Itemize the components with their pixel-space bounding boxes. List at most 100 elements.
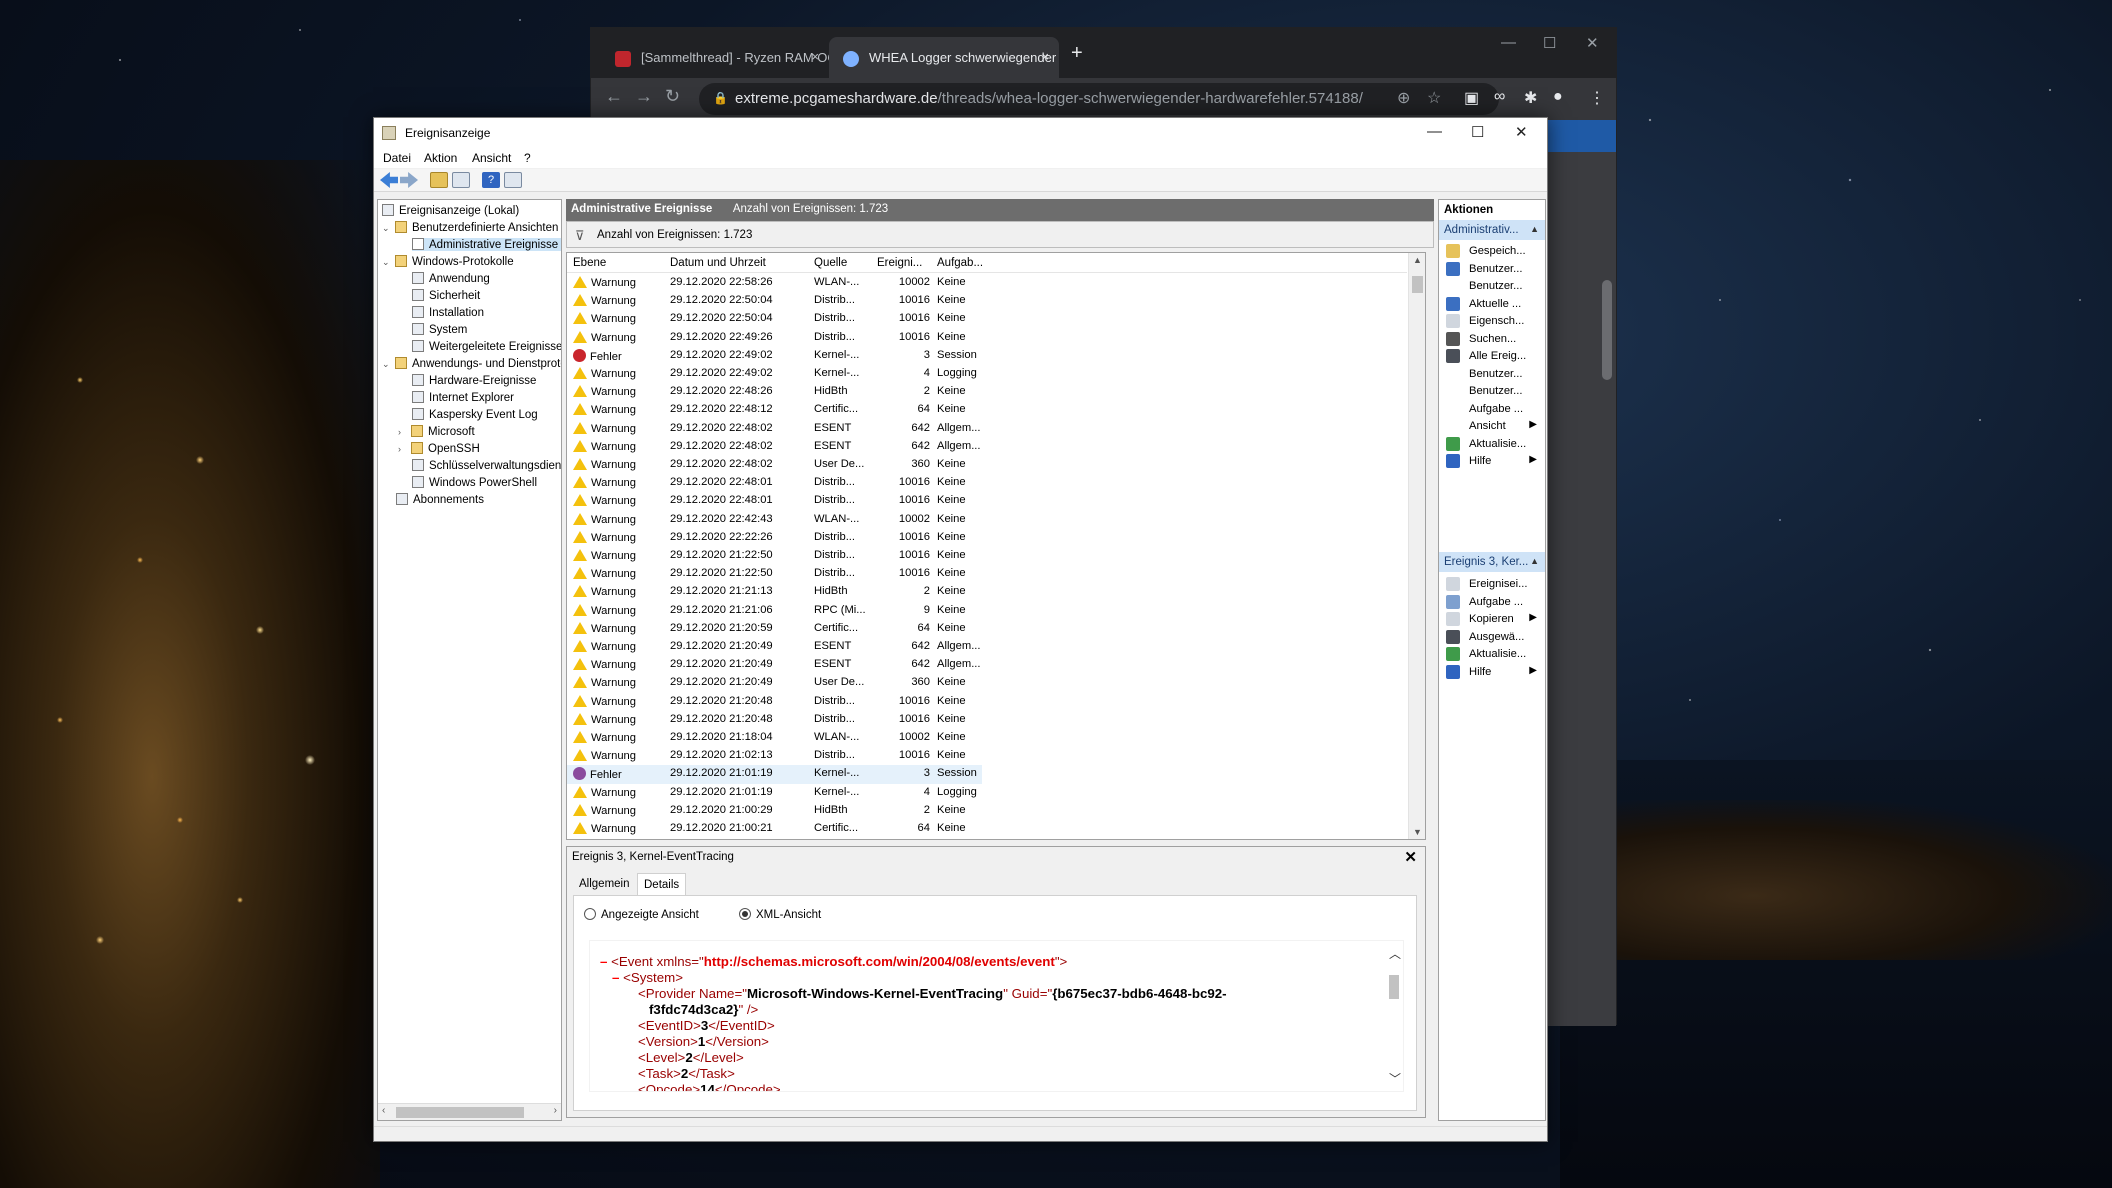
table-row[interactable]: Warnung 29.12.2020 22:58:26 WLAN-... 10002 K… — [567, 274, 982, 292]
help-icon[interactable]: ? — [482, 172, 500, 188]
table-row[interactable]: Warnung 29.12.2020 21:20:49 ESENT 642 Allgem… — [567, 656, 982, 674]
maximize-button[interactable]: ☐ — [1471, 123, 1484, 141]
column-aufgabe[interactable]: Aufgab... — [937, 257, 983, 269]
tree-hardware-events[interactable]: Hardware-Ereignisse — [412, 374, 536, 387]
menu-ansicht[interactable]: Ansicht — [472, 151, 511, 165]
event-viewer-window[interactable]: Ereignisanzeige — ☐ ✕ Datei Aktion Ansic… — [373, 117, 1548, 1142]
xml-collapse-icon[interactable]: – — [600, 954, 607, 969]
page-scrollbar[interactable] — [1602, 280, 1612, 380]
browser-menu-icon[interactable]: ⋮ — [1589, 88, 1605, 108]
tree-custom-views[interactable]: ⌄ Benutzerdefinierte Ansichten — [382, 221, 558, 234]
folder-up-icon[interactable] — [430, 172, 448, 188]
expand-icon[interactable]: › — [398, 444, 408, 454]
extension-icon[interactable]: ▣ — [1464, 88, 1479, 108]
tree-log-installation[interactable]: Installation — [412, 306, 484, 319]
tree-key-management[interactable]: Schlüsselverwaltungsdienst — [412, 459, 561, 472]
browser-tab-ryzen[interactable]: [Sammelthread] - Ryzen RAM OC × — [601, 37, 829, 78]
show-hide-action-pane-icon[interactable] — [504, 172, 522, 188]
table-row[interactable]: Warnung 29.12.2020 22:48:02 User De... 360 K… — [567, 456, 982, 474]
extensions-puzzle-icon[interactable]: ✱ — [1524, 88, 1537, 108]
tree-kaspersky[interactable]: Kaspersky Event Log — [412, 408, 538, 421]
tree-administrative-events[interactable]: Administrative Ereignisse — [412, 238, 561, 251]
column-ereignis-id[interactable]: Ereigni... — [877, 257, 922, 269]
action-item[interactable]: Hilfe ▶ — [1439, 451, 1545, 471]
table-row[interactable]: Warnung 29.12.2020 21:22:50 Distrib... 1001… — [567, 565, 982, 583]
expand-icon[interactable]: › — [398, 427, 408, 437]
menu-datei[interactable]: Datei — [383, 151, 411, 165]
back-button[interactable]: ← — [605, 86, 623, 107]
table-row[interactable]: Warnung 29.12.2020 22:49:26 Distrib... 1001… — [567, 329, 982, 347]
table-row[interactable]: Warnung 29.12.2020 22:48:02 ESENT 642 Allgem… — [567, 420, 982, 438]
column-ebene[interactable]: Ebene — [573, 257, 606, 269]
minimize-button[interactable]: — — [1427, 123, 1442, 140]
install-icon[interactable]: ⊕ — [1397, 88, 1410, 108]
radio-friendly-view[interactable]: Angezeigte Ansicht — [584, 908, 699, 921]
browser-tab-whea[interactable]: WHEA Logger schwerwiegender × — [829, 37, 1059, 78]
tab-allgemein[interactable]: Allgemein — [573, 873, 636, 895]
radio-xml-view[interactable]: XML-Ansicht — [739, 908, 821, 921]
browser-minimize-icon[interactable]: — — [1501, 34, 1516, 51]
extension-glasses-icon[interactable]: ∞ — [1494, 88, 1505, 106]
tree-horizontal-scrollbar[interactable]: ‹ › — [378, 1103, 561, 1120]
collapse-icon[interactable]: ▲ — [1530, 224, 1539, 234]
table-row[interactable]: Warnung 29.12.2020 22:50:04 Distrib... 1001… — [567, 292, 982, 310]
scroll-thumb[interactable] — [396, 1107, 524, 1118]
table-row[interactable]: Warnung 29.12.2020 21:18:04 WLAN-... 10002 K… — [567, 729, 982, 747]
column-quelle[interactable]: Quelle — [814, 257, 847, 269]
table-row[interactable]: Warnung 29.12.2020 22:42:43 WLAN-... 10002 K… — [567, 511, 982, 529]
new-tab-button[interactable]: + — [1071, 42, 1083, 65]
scroll-up-icon[interactable]: ▲ — [1413, 255, 1422, 265]
table-row[interactable]: Warnung 29.12.2020 22:22:26 Distrib... 1001… — [567, 529, 982, 547]
collapse-icon[interactable]: ⌄ — [382, 257, 392, 268]
bookmark-star-icon[interactable]: ☆ — [1427, 88, 1441, 108]
table-row[interactable]: Warnung 29.12.2020 21:21:13 HidBth 2 Keine — [567, 583, 982, 601]
detail-close-icon[interactable]: ✕ — [1404, 848, 1417, 866]
actions-section-event[interactable]: Ereignis 3, Ker... ▲ — [1439, 552, 1545, 572]
table-row[interactable]: Warnung 29.12.2020 21:00:21 Certific... 64 K… — [567, 820, 982, 838]
table-row[interactable]: Warnung 29.12.2020 22:48:01 Distrib... 1001… — [567, 474, 982, 492]
menu-aktion[interactable]: Aktion — [424, 151, 457, 165]
table-row[interactable]: Warnung 29.12.2020 21:22:50 Distrib... 1001… — [567, 547, 982, 565]
scroll-left-icon[interactable]: ‹ — [382, 1105, 385, 1116]
table-row[interactable]: Warnung 29.12.2020 21:02:13 Distrib... 1001… — [567, 747, 982, 765]
tree-microsoft[interactable]: › Microsoft — [398, 425, 475, 438]
collapse-icon[interactable]: ⌄ — [382, 223, 392, 234]
table-row[interactable]: Warnung 29.12.2020 21:20:49 ESENT 642 Allgem… — [567, 638, 982, 656]
event-list-scrollbar[interactable]: ▲ ▼ — [1408, 253, 1425, 839]
table-row[interactable]: Warnung 29.12.2020 22:48:01 Distrib... 1001… — [567, 492, 982, 510]
table-row[interactable]: Warnung 29.12.2020 22:48:02 ESENT 642 Allgem… — [567, 438, 982, 456]
tree-openssh[interactable]: › OpenSSH — [398, 442, 480, 455]
column-datum[interactable]: Datum und Uhrzeit — [670, 257, 766, 269]
collapse-icon[interactable]: ▲ — [1530, 556, 1539, 566]
table-row[interactable]: Warnung 29.12.2020 21:21:06 RPC (Mi... 9 Kei… — [567, 602, 982, 620]
tree-powershell[interactable]: Windows PowerShell — [412, 476, 537, 489]
table-row[interactable]: Warnung 29.12.2020 22:50:04 Distrib... 1001… — [567, 310, 982, 328]
tree-log-sicherheit[interactable]: Sicherheit — [412, 289, 480, 302]
scroll-thumb[interactable] — [1389, 975, 1399, 999]
tree-log-anwendung[interactable]: Anwendung — [412, 272, 490, 285]
table-row[interactable]: Warnung 29.12.2020 21:20:49 User De... 360 K… — [567, 674, 982, 692]
reload-button[interactable]: ↻ — [665, 86, 680, 107]
tree-internet-explorer[interactable]: Internet Explorer — [412, 391, 514, 404]
chevron-down-icon[interactable]: ﹀ — [1389, 1070, 1401, 1087]
tree-root[interactable]: Ereignisanzeige (Lokal) — [382, 204, 519, 217]
tab-close-icon[interactable]: × — [1041, 49, 1049, 64]
table-row[interactable]: Fehler 29.12.2020 21:01:19 Kernel-... 3 Sess… — [567, 765, 982, 784]
tree-windows-logs[interactable]: ⌄ Windows-Protokolle — [382, 255, 514, 268]
table-row[interactable]: Warnung 29.12.2020 22:49:02 Kernel-... 4 Log… — [567, 365, 982, 383]
tree-log-system[interactable]: System — [412, 323, 467, 336]
table-row[interactable]: Warnung 29.12.2020 21:20:59 Certific... 64 K… — [567, 620, 982, 638]
table-row[interactable]: Warnung 29.12.2020 22:48:12 Certific... 64 K… — [567, 401, 982, 419]
scroll-right-icon[interactable]: › — [554, 1105, 557, 1116]
chevron-up-icon[interactable]: ︿ — [1389, 945, 1401, 962]
collapse-icon[interactable]: ⌄ — [382, 359, 392, 370]
tab-close-icon[interactable]: × — [811, 49, 819, 64]
action-item[interactable]: Hilfe ▶ — [1439, 662, 1545, 682]
tree-app-service-logs[interactable]: ⌄ Anwendungs- und Dienstprotokolle — [382, 357, 561, 370]
scroll-down-icon[interactable]: ▼ — [1413, 827, 1422, 837]
scroll-thumb[interactable] — [1412, 276, 1423, 293]
browser-maximize-icon[interactable]: ☐ — [1543, 34, 1556, 52]
forward-arrow-icon[interactable] — [400, 172, 418, 188]
tree-subscriptions[interactable]: Abonnements — [396, 493, 484, 506]
back-arrow-icon[interactable] — [380, 172, 398, 188]
